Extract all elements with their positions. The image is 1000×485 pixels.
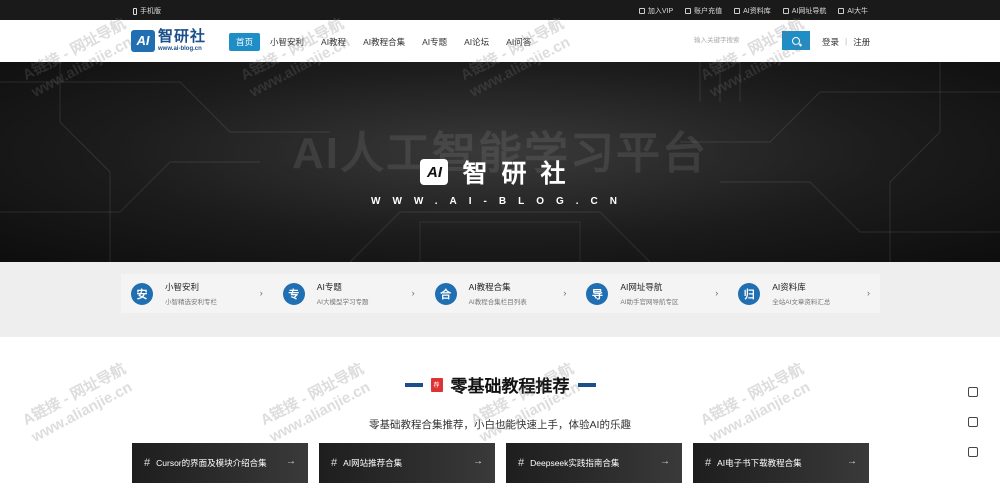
hash-icon: # — [518, 457, 525, 469]
top-link-recharge[interactable]: 账户充值 — [685, 6, 722, 16]
feature-ai-library[interactable]: 归 AI资料库 全站AI文章资料汇总 › — [728, 274, 880, 313]
nav-home[interactable]: 首页 — [229, 33, 261, 51]
top-link-vip[interactable]: 加入VIP — [638, 6, 673, 16]
banner-logo-mark: AI — [420, 159, 449, 185]
main-nav: 首页 小智安利 AI教程 AI教程合集 AI专题 AI论坛 AI问答 — [229, 33, 541, 51]
title-decoration-right — [577, 382, 596, 387]
hash-icon: # — [144, 457, 151, 469]
feature-title: AI教程合集 — [468, 282, 511, 292]
tutorial-card-cursor[interactable]: # Cursor的界面及模块介绍合集 → — [132, 443, 308, 483]
feature-subtitle: 小智精选安利专栏 — [165, 299, 217, 306]
mobile-icon[interactable] — [968, 447, 978, 457]
top-bar: 手机版 加入VIP 账户充值 AI资料库 AI网址导航 AI大牛 — [0, 0, 1000, 20]
side-toolbar — [968, 387, 978, 457]
nav-ai-forum[interactable]: AI论坛 — [457, 33, 496, 51]
nav-ai-topic[interactable]: AI专题 — [415, 33, 454, 51]
feature-icon: 导 — [586, 282, 609, 305]
section-heading: 零基础教程推荐 — [450, 377, 570, 396]
mobile-version-link[interactable]: 手机版 — [133, 6, 161, 16]
recommend-section: 荐 零基础教程推荐 零基础教程合集推荐，小白也能快速上手，体验AI的乐趣 # C… — [0, 337, 1000, 485]
nav-ai-tutorial-collection[interactable]: AI教程合集 — [356, 33, 412, 51]
feature-subtitle: AI大模型学习专题 — [316, 299, 369, 306]
feature-icon: 合 — [434, 282, 457, 305]
chevron-right-icon: › — [866, 288, 870, 298]
feature-bar: 安 小智安利 小智精选安利专栏 › 专 AI专题 AI大模型学习专题 › 合 A… — [121, 274, 880, 313]
search-button[interactable] — [782, 31, 810, 50]
banner-url: WWW.AI-BLOG.CN — [371, 196, 629, 207]
arrow-right-icon: → — [473, 456, 483, 467]
feature-ai-tutorial-collection[interactable]: 合 AI教程合集 AI教程合集栏目列表 › — [425, 274, 577, 313]
card-label: Cursor的界面及模块介绍合集 — [156, 458, 267, 468]
recommend-badge-icon: 荐 — [430, 377, 443, 392]
feature-title: AI专题 — [316, 282, 342, 292]
folder-icon — [734, 8, 741, 14]
login-link[interactable]: 登录 — [822, 36, 839, 48]
title-decoration-left — [404, 382, 423, 387]
logo-name: 智研社 — [158, 28, 207, 45]
chevron-right-icon: › — [715, 288, 719, 298]
feature-subtitle: AI助手官网导航专区 — [620, 299, 679, 306]
phone-icon — [133, 7, 137, 15]
feature-subtitle: AI教程合集栏目列表 — [468, 299, 527, 306]
tutorial-card-ebook[interactable]: # AI电子书下载教程合集 → — [693, 443, 869, 483]
site-logo[interactable]: AI 智研社 www.ai-blog.cn — [131, 29, 206, 52]
users-icon — [838, 8, 845, 14]
feature-ai-navigation[interactable]: 导 AI网址导航 AI助手官网导航专区 › — [576, 274, 728, 313]
vip-icon — [638, 8, 645, 14]
chevron-right-icon: › — [411, 288, 415, 298]
top-link-navigation[interactable]: AI网址导航 — [782, 6, 826, 16]
logo-mark: AI — [131, 29, 155, 52]
banner-title: 智研社 — [462, 160, 580, 188]
nav-ai-qa[interactable]: AI问答 — [499, 33, 538, 51]
feature-title: AI网址导航 — [620, 282, 663, 292]
search-icon — [792, 36, 800, 45]
feature-ai-topic[interactable]: 专 AI专题 AI大模型学习专题 › — [273, 274, 425, 313]
auth-separator: | — [845, 36, 848, 46]
search-input[interactable] — [690, 31, 782, 50]
hash-icon: # — [331, 457, 338, 469]
feature-subtitle: 全站AI文章资料汇总 — [772, 299, 831, 306]
edit-icon[interactable] — [968, 417, 978, 427]
auth-links: 登录 | 注册 — [822, 36, 870, 48]
chevron-right-icon: › — [259, 288, 263, 298]
tutorial-card-deepseek[interactable]: # Deepseek实践指南合集 → — [506, 443, 682, 483]
tutorial-cards: # Cursor的界面及模块介绍合集 → # AI网站推荐合集 → # Deep… — [132, 443, 869, 483]
header: AI 智研社 www.ai-blog.cn 首页 小智安利 AI教程 AI教程合… — [0, 20, 1000, 62]
tutorial-card-ai-websites[interactable]: # AI网站推荐合集 → — [319, 443, 495, 483]
nav-xiaozhi-anli[interactable]: 小智安利 — [263, 33, 311, 51]
card-label: AI电子书下载教程合集 — [717, 458, 802, 468]
nav-ai-tutorial[interactable]: AI教程 — [314, 33, 353, 51]
arrow-right-icon: → — [847, 456, 857, 467]
top-link-experts[interactable]: AI大牛 — [838, 6, 868, 16]
arrow-right-icon: → — [286, 456, 296, 467]
feature-icon: 专 — [282, 282, 305, 305]
feature-title: 小智安利 — [165, 282, 200, 292]
logo-url: www.ai-blog.cn — [158, 46, 202, 52]
top-links: 加入VIP 账户充值 AI资料库 AI网址导航 AI大牛 — [638, 6, 868, 16]
card-label: AI网站推荐合集 — [343, 458, 403, 468]
hash-icon: # — [705, 457, 712, 469]
chevron-right-icon: › — [563, 288, 567, 298]
calendar-icon[interactable] — [968, 387, 978, 397]
section-title: 荐 零基础教程推荐 — [0, 372, 1000, 397]
link-icon — [782, 8, 789, 14]
feature-xiaozhi-anli[interactable]: 安 小智安利 小智精选安利专栏 › — [121, 274, 273, 313]
section-subtitle: 零基础教程合集推荐，小白也能快速上手，体验AI的乐趣 — [369, 419, 631, 431]
feature-title: AI资料库 — [772, 282, 806, 292]
feature-icon: 归 — [738, 282, 761, 305]
feature-icon: 安 — [131, 282, 153, 305]
card-label: Deepseek实践指南合集 — [530, 458, 620, 468]
recharge-icon — [685, 8, 692, 14]
arrow-right-icon: → — [660, 456, 670, 467]
top-link-library[interactable]: AI资料库 — [734, 6, 771, 16]
mobile-version-label: 手机版 — [140, 8, 161, 15]
hero-banner[interactable]: AI人工智能学习平台 AI 智研社 WWW.AI-BLOG.CN — [0, 62, 1000, 262]
search-box — [690, 31, 810, 50]
register-link[interactable]: 注册 — [853, 36, 870, 48]
